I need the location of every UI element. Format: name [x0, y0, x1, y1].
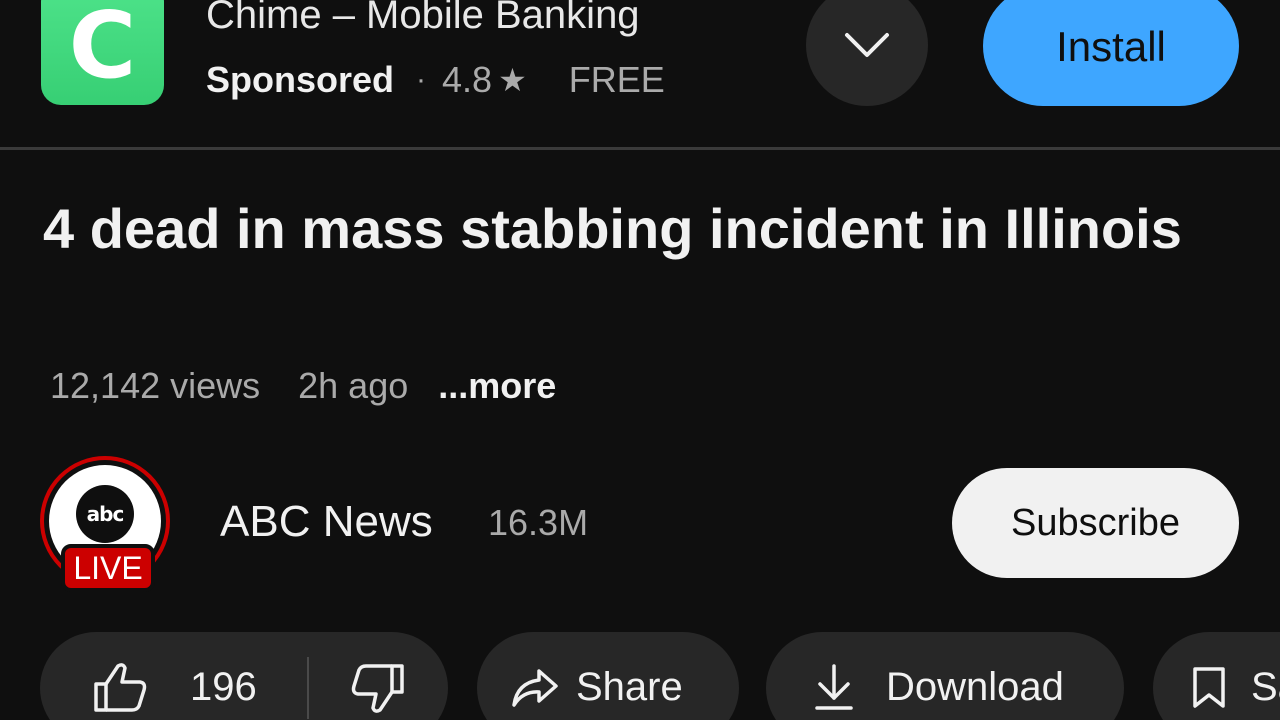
sponsored-label: Sponsored [206, 59, 395, 100]
download-label: Download [886, 665, 1064, 709]
video-title[interactable]: 4 dead in mass stabbing incident in Illi… [43, 194, 1223, 264]
thumb-down-icon[interactable] [350, 662, 406, 714]
like-count[interactable]: 196 [190, 664, 257, 710]
ad-price: FREE [568, 59, 665, 100]
more-description-link[interactable]: ...more [438, 365, 556, 407]
like-dislike-pill: 196 [40, 632, 448, 720]
ad-divider [0, 147, 1280, 150]
ad-rating: 4.8 [442, 59, 493, 100]
watch-page: C Chime – Mobile Banking Sponsored · 4.8… [0, 0, 1280, 720]
like-separator [307, 657, 309, 719]
live-badge: LIVE [61, 544, 155, 592]
download-icon [814, 662, 854, 712]
app-icon-letter: C [68, 0, 137, 99]
bookmark-icon [1191, 666, 1227, 710]
install-button[interactable]: Install [983, 0, 1239, 106]
save-button[interactable]: Save [1153, 632, 1280, 720]
save-label: Save [1251, 665, 1280, 709]
share-icon [511, 668, 559, 708]
ad-meta: Sponsored · 4.8 ★ FREE [206, 58, 665, 102]
thumb-up-icon[interactable] [92, 662, 148, 714]
star-icon: ★ [498, 62, 527, 98]
share-label: Share [576, 665, 683, 709]
subscribe-button[interactable]: Subscribe [952, 468, 1239, 578]
subscriber-count: 16.3M [488, 502, 589, 543]
channel-name[interactable]: ABC News [220, 496, 433, 548]
meta-separator: · [416, 63, 427, 96]
chime-app-icon[interactable]: C [41, 0, 164, 105]
share-button[interactable]: Share [477, 632, 739, 720]
upload-age: 2h ago [298, 365, 409, 406]
video-meta-row[interactable]: 12,142 views 2h ago ...more [50, 362, 556, 410]
ad-title[interactable]: Chime – Mobile Banking [206, 0, 640, 40]
expand-ad-button[interactable] [806, 0, 928, 106]
channel-avatar[interactable]: abc LIVE [40, 456, 178, 594]
download-button[interactable]: Download [766, 632, 1124, 720]
chevron-down-icon [845, 33, 889, 57]
view-count: 12,142 views [50, 365, 261, 406]
sponsored-ad-banner[interactable]: C Chime – Mobile Banking Sponsored · 4.8… [0, 0, 1280, 148]
abc-logo-icon: abc [76, 485, 134, 543]
